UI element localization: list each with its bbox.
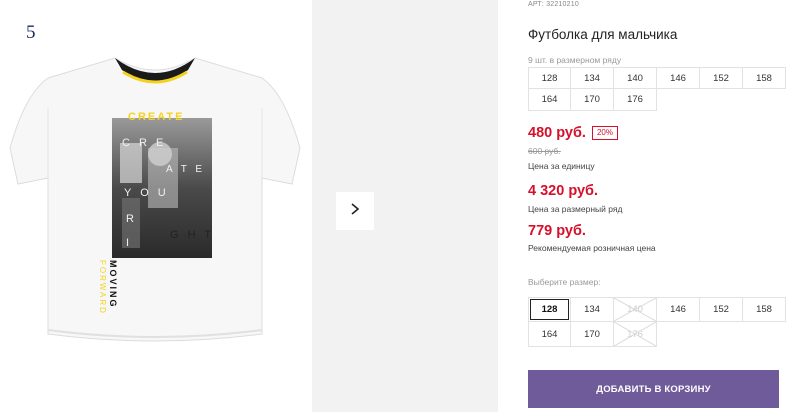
size-option-164[interactable]: 164 <box>528 322 571 347</box>
tshirt-illustration: CREATE C R E A T E Y O U R I G H T MOVIN… <box>9 57 301 342</box>
print-word-create: CREATE <box>128 111 184 123</box>
size-option-134[interactable]: 134 <box>571 297 614 322</box>
add-to-cart-button[interactable]: ДОБАВИТЬ В КОРЗИНУ <box>528 370 779 408</box>
unit-price-row: 480 руб. 20% <box>528 125 618 141</box>
pack-size-cell: 128 <box>528 67 571 89</box>
product-image-pane: 5 CREATE C R E A T E Y O U R I G H T MOV… <box>0 0 312 412</box>
size-select-prompt: Выберите размер: <box>528 277 601 287</box>
row-price-label: Цена за размерный ряд <box>528 204 623 214</box>
print-word-moving: MOVING <box>108 260 118 309</box>
print-word-i: I <box>126 237 129 249</box>
pack-size-cell: 152 <box>700 67 743 89</box>
print-word-r: R <box>126 213 134 225</box>
print-word-forward: FORWARD <box>98 260 107 315</box>
product-info: АРТ: 32210210 Футболка для мальчика 9 шт… <box>528 0 790 412</box>
unit-price-label: Цена за единицу <box>528 161 595 171</box>
product-image: CREATE C R E A T E Y O U R I G H T MOVIN… <box>0 48 312 378</box>
unavailable-cross-icon <box>614 298 656 321</box>
pack-note: 9 шт. в размерном ряду <box>528 55 622 65</box>
chevron-right-icon <box>348 202 362 221</box>
gallery-next-strip <box>312 0 498 412</box>
size-option-176: 176 <box>614 322 657 347</box>
article-number: АРТ: 32210210 <box>528 1 579 8</box>
image-index: 5 <box>26 22 36 43</box>
print-word-ght: G H T <box>170 229 214 241</box>
discount-badge: 20% <box>591 126 618 140</box>
size-option-158[interactable]: 158 <box>743 297 786 322</box>
unavailable-cross-icon <box>614 322 656 346</box>
next-image-button[interactable] <box>336 192 374 230</box>
product-title: Футболка для мальчика <box>528 27 678 42</box>
pack-size-cell: 164 <box>528 89 571 111</box>
pack-size-cell: 176 <box>614 89 657 111</box>
pack-size-grid: 128 134 140 146 152 158 164 170 176 <box>528 67 786 111</box>
size-option-128[interactable]: 128 <box>528 297 571 322</box>
print-word-you: Y O U <box>124 187 169 199</box>
rrp-price: 779 руб. <box>528 223 586 239</box>
rrp-price-label: Рекомендуемая розничная цена <box>528 243 656 253</box>
row-price: 4 320 руб. <box>528 183 599 199</box>
old-price: 600 руб. <box>528 146 561 156</box>
size-select-grid: 128 134 140 146 152 158 164 170 176 <box>528 297 786 347</box>
print-word-ate: A T E <box>166 164 205 175</box>
pack-size-cell: 140 <box>614 67 657 89</box>
size-option-140: 140 <box>614 297 657 322</box>
pack-size-cell: 158 <box>743 67 786 89</box>
size-option-146[interactable]: 146 <box>657 297 700 322</box>
pack-size-cell: 170 <box>571 89 614 111</box>
size-option-170[interactable]: 170 <box>571 322 614 347</box>
pack-size-cell: 146 <box>657 67 700 89</box>
size-option-152[interactable]: 152 <box>700 297 743 322</box>
pack-size-cell: 134 <box>571 67 614 89</box>
product-page: 5 CREATE C R E A T E Y O U R I G H T MOV… <box>0 0 800 412</box>
print-word-cre: C R E <box>122 137 166 149</box>
unit-price: 480 руб. <box>528 125 586 141</box>
